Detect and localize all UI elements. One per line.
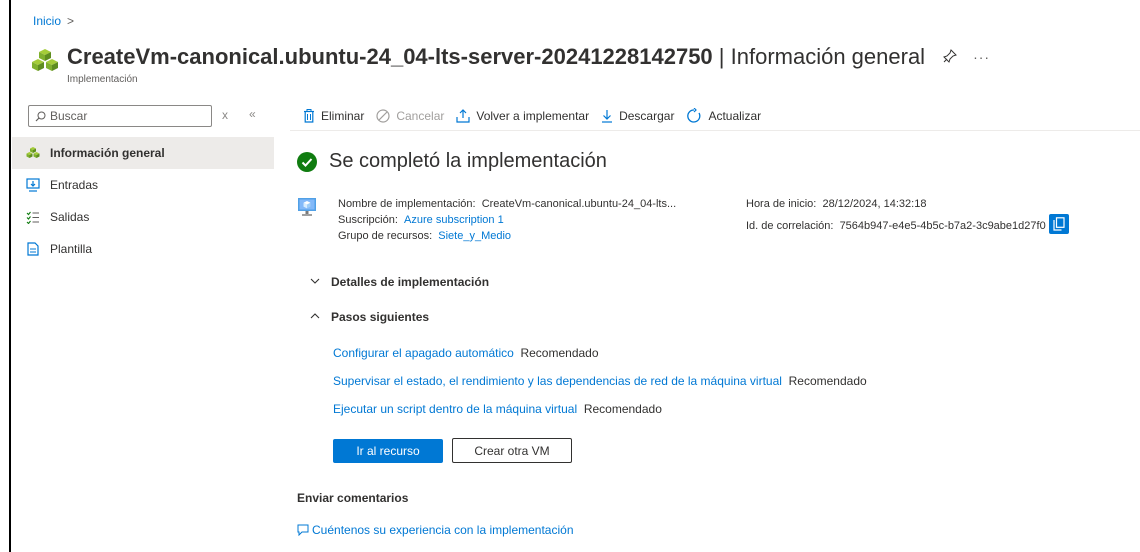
refresh-icon	[686, 107, 702, 124]
nav-item-label: Salidas	[50, 210, 90, 224]
page-title: CreateVm-canonical.ubuntu-24_04-lts-serv…	[67, 44, 925, 70]
nav-search-box[interactable]	[28, 105, 212, 127]
virtual-machine-icon	[298, 198, 316, 216]
clear-search-icon[interactable]: x	[222, 108, 228, 122]
redeploy-label: Volver a implementar	[476, 108, 590, 123]
upload-icon	[456, 108, 470, 123]
deployment-details-right: Hora de inicio: 28/12/2024, 14:32:18 Id.…	[746, 196, 1069, 236]
subscription-link[interactable]: Azure subscription 1	[404, 214, 504, 226]
correlation-value: 7564b947-e4e5-4b5c-b7a2-3c9abe1d27f0	[839, 219, 1046, 232]
go-to-resource-button[interactable]: Ir al recurso	[333, 439, 443, 463]
create-another-vm-button[interactable]: Crear otra VM	[452, 438, 572, 463]
next-step-link[interactable]: Supervisar el estado, el rendimiento y l…	[333, 374, 782, 388]
recommended-tag: Recomendado	[788, 374, 867, 388]
resource-group-link[interactable]: Siete_y_Medio	[438, 230, 511, 242]
cancel-label: Cancelar	[396, 108, 445, 123]
command-bar: Eliminar Cancelar Volver a implementar D…	[290, 101, 1140, 131]
deployment-name-label: Nombre de implementación:	[338, 198, 476, 210]
more-options-button[interactable]: ···	[973, 49, 990, 65]
resource-menu: Información general Entradas Salidas Pla…	[12, 137, 274, 265]
template-icon	[25, 241, 41, 257]
overview-icon	[25, 145, 41, 161]
success-check-icon	[297, 151, 317, 172]
section-title: Detalles de implementación	[331, 275, 490, 289]
section-title: Pasos siguientes	[331, 310, 430, 324]
outputs-icon	[25, 209, 41, 225]
download-icon	[601, 109, 613, 123]
chevron-up-icon	[310, 310, 320, 324]
deployment-name-row: Nombre de implementación: CreateVm-canon…	[338, 196, 676, 212]
resource-group-row: Grupo de recursos: Siete_y_Medio	[338, 228, 676, 244]
resource-group-label: Grupo de recursos:	[338, 230, 433, 242]
pin-icon[interactable]	[943, 48, 958, 66]
refresh-label: Actualizar	[708, 108, 762, 123]
trash-icon	[303, 108, 315, 123]
next-step-item: Configurar el apagado automático Recomen…	[333, 346, 599, 360]
cancel-button[interactable]: Cancelar	[376, 109, 444, 123]
collapse-nav-icon[interactable]: «	[249, 107, 256, 121]
deployment-status: Se completó la implementación	[297, 150, 607, 173]
deployment-name: CreateVm-canonical.ubuntu-24_04-lts-serv…	[67, 44, 713, 69]
start-time-label: Hora de inicio:	[746, 198, 817, 210]
download-label: Descargar	[619, 108, 675, 123]
page-header: CreateVm-canonical.ubuntu-24_04-lts-serv…	[31, 42, 990, 92]
feedback-link[interactable]: Cuéntenos su experiencia con la implemen…	[297, 523, 574, 537]
feedback-icon	[297, 524, 309, 536]
start-time-row: Hora de inicio: 28/12/2024, 14:32:18	[746, 196, 1069, 212]
breadcrumb-home-link[interactable]: Inicio	[33, 14, 61, 28]
breadcrumb-separator: >	[67, 14, 75, 28]
delete-button[interactable]: Eliminar	[303, 108, 365, 123]
delete-label: Eliminar	[321, 108, 365, 123]
nav-item-overview[interactable]: Información general	[12, 137, 274, 169]
nav-item-label: Plantilla	[50, 242, 93, 256]
copy-icon[interactable]	[1048, 214, 1069, 234]
refresh-button[interactable]: Actualizar	[686, 107, 762, 124]
next-step-item: Ejecutar un script dentro de la máquina …	[333, 402, 662, 416]
nav-item-outputs[interactable]: Salidas	[12, 201, 274, 233]
subscription-label: Suscripción:	[338, 214, 398, 226]
breadcrumb: Inicio >	[33, 14, 74, 28]
title-separator: |	[712, 44, 731, 69]
subscription-row: Suscripción: Azure subscription 1	[338, 212, 676, 228]
next-step-link[interactable]: Ejecutar un script dentro de la máquina …	[333, 402, 577, 416]
nav-item-inputs[interactable]: Entradas	[12, 169, 274, 201]
status-title: Se completó la implementación	[329, 150, 607, 172]
title-section: Información general	[730, 44, 926, 69]
nav-item-label: Información general	[50, 146, 165, 160]
inputs-icon	[25, 177, 41, 193]
start-time-value: 28/12/2024, 14:32:18	[822, 198, 927, 210]
next-step-item: Supervisar el estado, el rendimiento y l…	[333, 374, 867, 388]
window-edge	[9, 0, 11, 552]
correlation-label: Id. de correlación:	[746, 219, 834, 232]
chevron-down-icon	[310, 275, 320, 289]
deployment-details-left: Nombre de implementación: CreateVm-canon…	[338, 196, 676, 244]
deployment-name-value: CreateVm-canonical.ubuntu-24_04-lts...	[481, 198, 677, 210]
next-steps-toggle[interactable]: Pasos siguientes	[310, 310, 429, 324]
cancel-icon	[376, 108, 390, 123]
correlation-row: Id. de correlación: 7564b947-e4e5-4b5c-b…	[746, 214, 1069, 236]
download-button[interactable]: Descargar	[601, 109, 674, 123]
recommended-tag: Recomendado	[583, 402, 662, 416]
redeploy-button[interactable]: Volver a implementar	[456, 109, 589, 123]
deployment-details-toggle[interactable]: Detalles de implementación	[310, 275, 489, 289]
next-step-link[interactable]: Configurar el apagado automático	[333, 346, 514, 360]
search-input[interactable]	[50, 109, 200, 123]
feedback-heading: Enviar comentarios	[297, 491, 409, 505]
recommended-tag: Recomendado	[520, 346, 599, 360]
nav-item-label: Entradas	[50, 178, 99, 192]
page-subtitle: Implementación	[67, 74, 138, 85]
nav-item-template[interactable]: Plantilla	[12, 233, 274, 265]
search-icon	[35, 111, 46, 121]
feedback-link-label: Cuéntenos su experiencia con la implemen…	[312, 523, 574, 537]
deployment-cubes-icon	[32, 49, 58, 71]
